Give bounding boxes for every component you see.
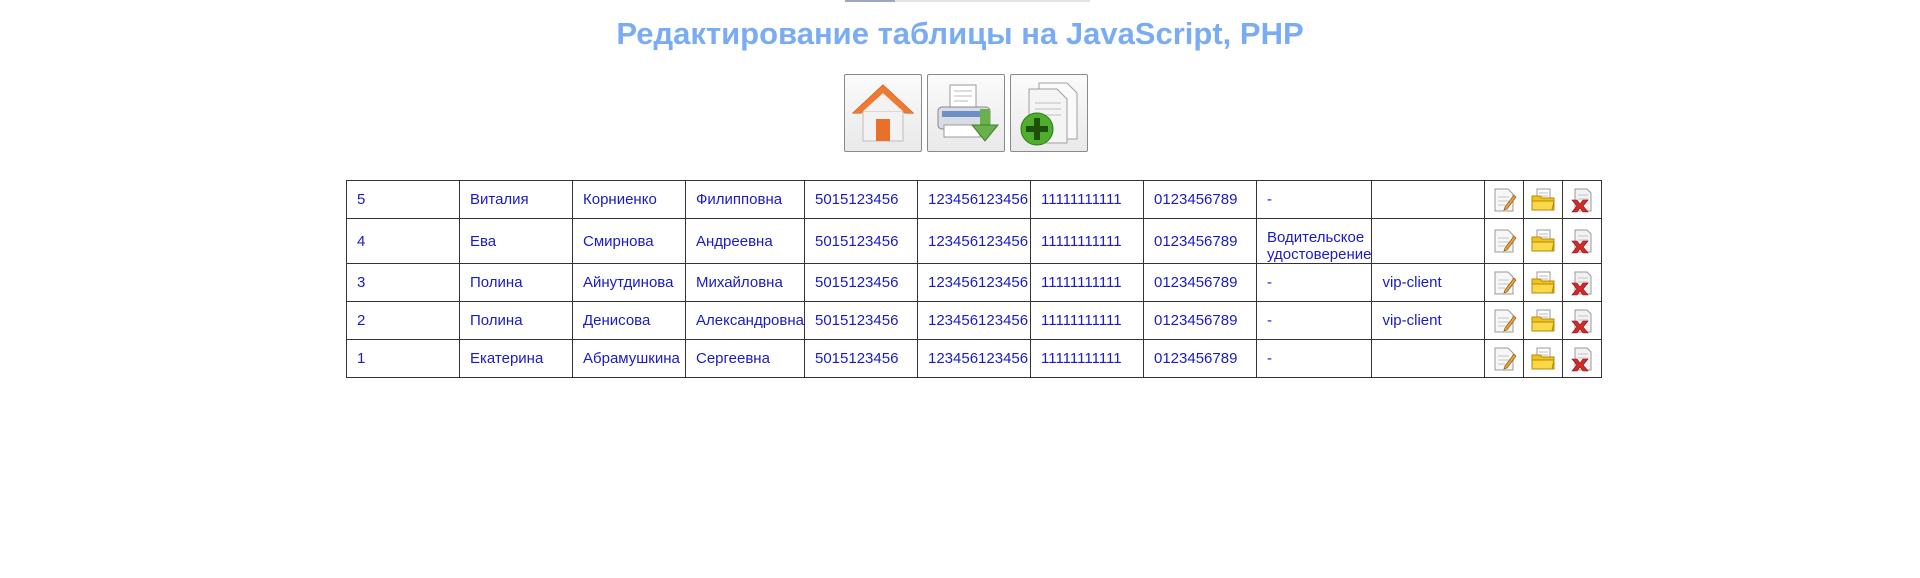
cell-document: - (1255, 180, 1373, 219)
cell-number-1: 123456123456 (917, 218, 1031, 264)
cell-id: 2 (346, 301, 460, 340)
cell-document: - (1255, 301, 1373, 340)
cell-first-name: Екатерина (459, 339, 573, 378)
cell-number-3: 0123456789 (1143, 301, 1257, 340)
open-button[interactable] (1523, 180, 1564, 219)
delete-button[interactable] (1562, 263, 1603, 302)
cell-status (1371, 339, 1486, 378)
top-nav-active-segment (845, 0, 895, 2)
cell-first-name: Полина (459, 301, 573, 340)
cell-number-2: 11111111111 (1030, 301, 1144, 340)
edit-icon (1491, 187, 1517, 213)
cell-status (1371, 180, 1486, 219)
top-nav-bar-remnant (845, 0, 1090, 2)
cell-last-name: Айнутдинова (572, 263, 686, 302)
open-button[interactable] (1523, 263, 1564, 302)
open-folder-icon (1530, 228, 1556, 254)
delete-icon (1569, 308, 1595, 334)
add-record-button[interactable] (1010, 74, 1088, 152)
cell-status: vip-client (1371, 263, 1486, 302)
open-button[interactable] (1523, 301, 1564, 340)
edit-icon (1491, 228, 1517, 254)
cell-number-1: 123456123456 (917, 339, 1031, 378)
delete-button[interactable] (1562, 339, 1603, 378)
delete-button[interactable] (1562, 180, 1603, 219)
page-title: Редактирование таблицы на JavaScript, PH… (616, 16, 1304, 51)
printer-download-icon (937, 84, 1000, 142)
cell-number-2: 11111111111 (1030, 218, 1144, 264)
edit-icon (1491, 308, 1517, 334)
cell-status (1371, 218, 1486, 264)
edit-icon (1491, 346, 1517, 372)
cell-status: vip-client (1371, 301, 1486, 340)
toolbar (844, 74, 1088, 152)
cell-number-2: 11111111111 (1030, 339, 1144, 378)
cell-number-1: 123456123456 (917, 301, 1031, 340)
table-row: 4 Ева Смирнова Андреевна 5015123456 1234… (346, 218, 1603, 264)
print-export-button[interactable] (927, 74, 1005, 152)
edit-button[interactable] (1484, 339, 1525, 378)
open-button[interactable] (1523, 218, 1564, 264)
table-row: 1 Екатерина Абрамушкина Сергеевна 501512… (346, 339, 1603, 378)
home-button[interactable] (844, 74, 922, 152)
cell-first-name: Виталия (459, 180, 573, 219)
edit-icon (1491, 270, 1517, 296)
records-table: 5 Виталия Корниенко Филипповна 501512345… (346, 180, 1603, 378)
open-button[interactable] (1523, 339, 1564, 378)
cell-number-2: 11111111111 (1030, 180, 1144, 219)
cell-passport: 5015123456 (804, 180, 918, 219)
edit-button[interactable] (1484, 180, 1525, 219)
cell-passport: 5015123456 (804, 263, 918, 302)
cell-patronymic: Александровна (685, 301, 805, 340)
edit-button[interactable] (1484, 263, 1525, 302)
delete-icon (1569, 346, 1595, 372)
document-add-icon (1020, 82, 1078, 146)
table-row: 3 Полина Айнутдинова Михайловна 50151234… (346, 263, 1603, 302)
table-row: 2 Полина Денисова Александровна 50151234… (346, 301, 1603, 340)
table-row: 5 Виталия Корниенко Филипповна 501512345… (346, 180, 1603, 219)
cell-patronymic: Филипповна (685, 180, 805, 219)
cell-patronymic: Сергеевна (685, 339, 805, 378)
open-folder-icon (1530, 308, 1556, 334)
open-folder-icon (1530, 346, 1556, 372)
cell-last-name: Абрамушкина (572, 339, 686, 378)
cell-passport: 5015123456 (804, 218, 918, 264)
cell-document: - (1255, 263, 1373, 302)
delete-icon (1569, 228, 1595, 254)
open-folder-icon (1530, 187, 1556, 213)
cell-id: 3 (346, 263, 460, 302)
cell-number-2: 11111111111 (1030, 263, 1144, 302)
delete-icon (1569, 270, 1595, 296)
cell-first-name: Полина (459, 263, 573, 302)
cell-last-name: Смирнова (572, 218, 686, 264)
cell-number-3: 0123456789 (1143, 180, 1257, 219)
open-folder-icon (1530, 270, 1556, 296)
cell-number-3: 0123456789 (1143, 218, 1257, 264)
cell-passport: 5015123456 (804, 339, 918, 378)
cell-number-1: 123456123456 (917, 180, 1031, 219)
cell-patronymic: Андреевна (685, 218, 805, 264)
cell-number-1: 123456123456 (917, 263, 1031, 302)
home-icon (851, 84, 915, 142)
cell-id: 4 (346, 218, 460, 264)
cell-document: - (1255, 339, 1373, 378)
edit-button[interactable] (1484, 301, 1525, 340)
cell-passport: 5015123456 (804, 301, 918, 340)
cell-id: 1 (346, 339, 460, 378)
cell-document: Водительское удостоверение (1255, 218, 1373, 264)
edit-button[interactable] (1484, 218, 1525, 264)
cell-number-3: 0123456789 (1143, 263, 1257, 302)
cell-patronymic: Михайловна (685, 263, 805, 302)
delete-icon (1569, 187, 1595, 213)
delete-button[interactable] (1562, 301, 1603, 340)
cell-last-name: Денисова (572, 301, 686, 340)
records-table-body: 5 Виталия Корниенко Филипповна 501512345… (346, 180, 1603, 378)
cell-number-3: 0123456789 (1143, 339, 1257, 378)
cell-id: 5 (346, 180, 460, 219)
delete-button[interactable] (1562, 218, 1603, 264)
cell-first-name: Ева (459, 218, 573, 264)
cell-last-name: Корниенко (572, 180, 686, 219)
